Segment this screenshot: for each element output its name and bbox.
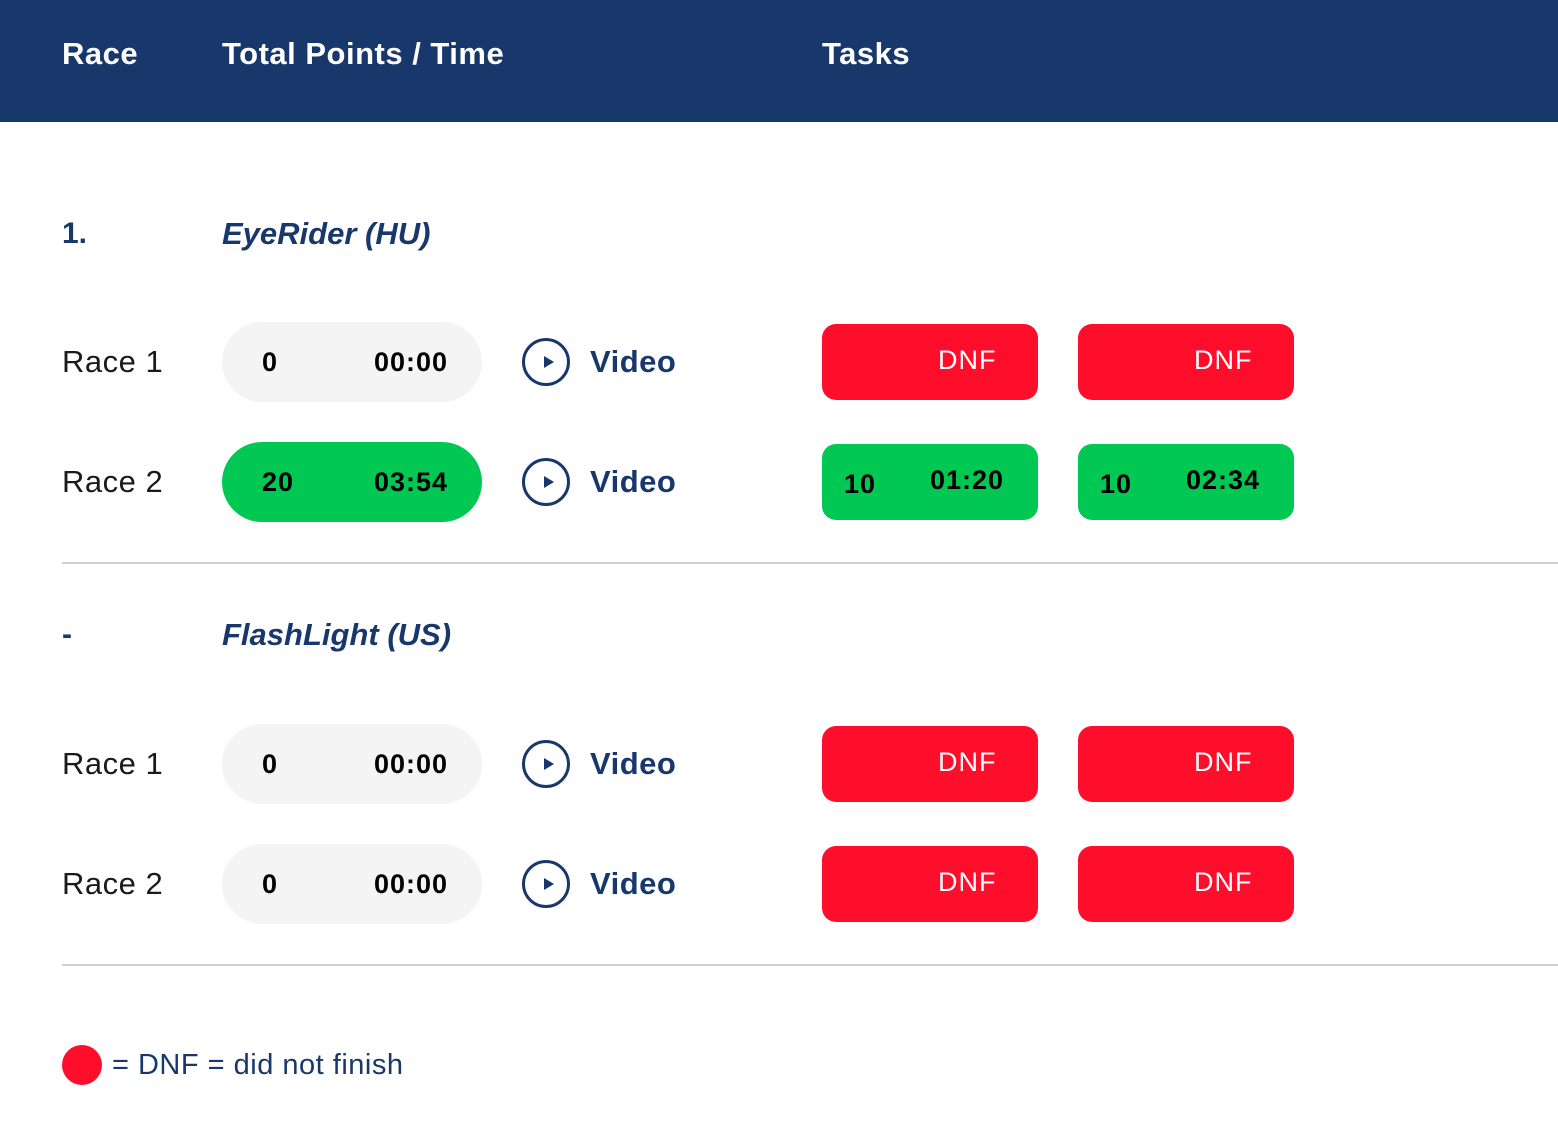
team-heading: 1. EyeRider (HU) [0, 214, 1558, 254]
race-row: Race 2 20 03:54 Video 10 01:20 10 02:34 [0, 442, 1558, 522]
video-label: Video [590, 866, 677, 901]
race-label: Race 2 [62, 866, 164, 901]
team-rank: 1. [62, 217, 88, 250]
task-1-badge: DNF [822, 846, 1038, 922]
total-points: 0 [262, 869, 279, 899]
task-status: DNF [1194, 345, 1253, 375]
task-1-badge: 10 01:20 [822, 444, 1038, 520]
play-circle-icon [522, 860, 570, 908]
task-2-badge: DNF [1078, 846, 1294, 922]
legend-text: = DNF = did not finish [112, 1048, 404, 1081]
task-2-badge: DNF [1078, 726, 1294, 802]
task-status: DNF [1194, 747, 1253, 777]
total-points: 20 [262, 467, 295, 497]
team-name: EyeRider (HU) [222, 216, 431, 251]
task-time: 01:20 [930, 465, 1005, 495]
team-divider [62, 964, 1558, 966]
task-time: 02:34 [1186, 465, 1261, 495]
play-circle-icon [522, 338, 570, 386]
legend: = DNF = did not finish [62, 1045, 403, 1085]
task-1-badge: DNF [822, 324, 1038, 400]
header-total-points-time: Total Points / Time [222, 36, 505, 71]
video-link[interactable]: Video [522, 338, 676, 386]
race-label: Race 1 [62, 746, 164, 781]
header-tasks: Tasks [822, 36, 911, 71]
total-points: 0 [262, 749, 279, 779]
total-time: 03:54 [373, 467, 448, 497]
total-points-time-pill: 0 00:00 [222, 322, 482, 402]
dnf-dot-icon [62, 1045, 102, 1085]
race-row: Race 2 0 00:00 Video DNF DNF [0, 844, 1558, 924]
task-status: DNF [938, 747, 997, 777]
task-points: 10 [844, 469, 877, 499]
task-status: DNF [1194, 867, 1253, 897]
total-time: 00:00 [373, 749, 448, 779]
total-time: 00:00 [373, 347, 448, 377]
task-status: DNF [938, 345, 997, 375]
total-time: 00:00 [373, 869, 448, 899]
header-race: Race [62, 36, 139, 71]
video-link[interactable]: Video [522, 740, 676, 788]
team-rank: - [62, 618, 72, 651]
team-name: FlashLight (US) [222, 617, 452, 652]
video-link[interactable]: Video [522, 458, 676, 506]
task-2-badge: DNF [1078, 324, 1294, 400]
team-divider [62, 562, 1558, 564]
task-1-badge: DNF [822, 726, 1038, 802]
play-circle-icon [522, 740, 570, 788]
race-label: Race 1 [62, 344, 164, 379]
task-status: DNF [938, 867, 997, 897]
play-circle-icon [522, 458, 570, 506]
race-row: Race 1 0 00:00 Video DNF DNF [0, 322, 1558, 402]
total-points-time-pill: 0 00:00 [222, 724, 482, 804]
table-header: Race Total Points / Time Tasks [0, 0, 1558, 122]
video-link[interactable]: Video [522, 860, 676, 908]
total-points-time-pill: 20 03:54 [222, 442, 482, 522]
task-points: 10 [1100, 469, 1133, 499]
video-label: Video [590, 464, 677, 499]
video-label: Video [590, 746, 677, 781]
total-points-time-pill: 0 00:00 [222, 844, 482, 924]
video-label: Video [590, 344, 677, 379]
task-2-badge: 10 02:34 [1078, 444, 1294, 520]
team-heading: - FlashLight (US) [0, 615, 1558, 655]
race-row: Race 1 0 00:00 Video DNF DNF [0, 724, 1558, 804]
total-points: 0 [262, 347, 279, 377]
race-label: Race 2 [62, 464, 164, 499]
